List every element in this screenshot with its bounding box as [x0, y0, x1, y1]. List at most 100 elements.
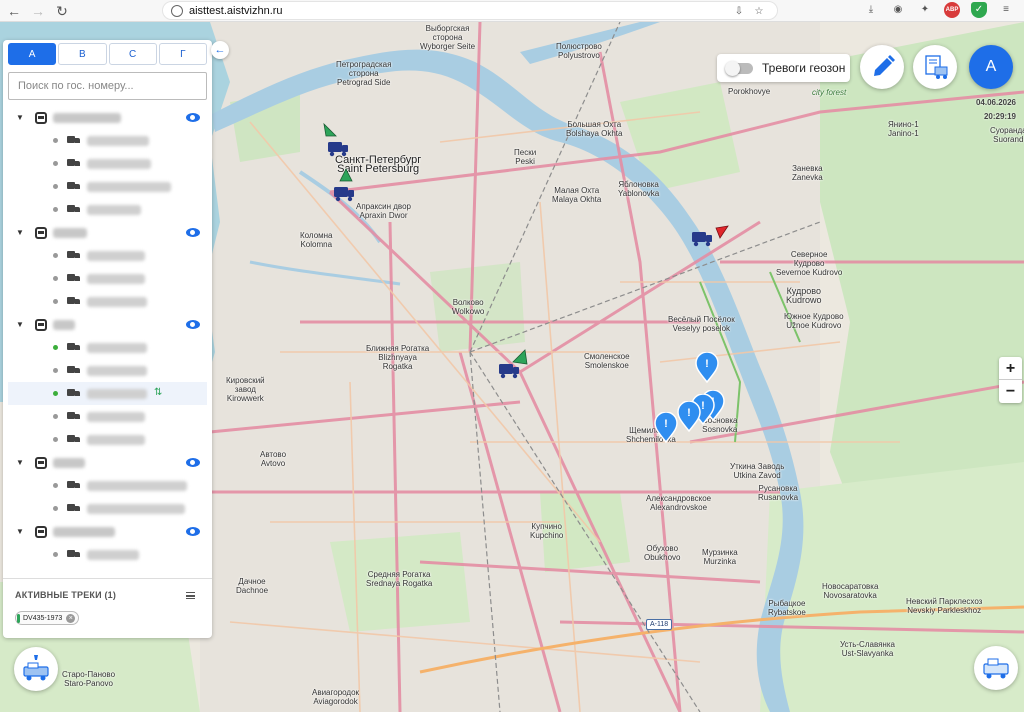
- forward-icon[interactable]: →: [28, 1, 48, 21]
- alarm-pin-icon[interactable]: !: [653, 412, 679, 444]
- district-label: Северное Кудрово Severnoe Kudrovo: [776, 250, 843, 277]
- eye-icon[interactable]: [186, 527, 200, 536]
- vehicle-row[interactable]: [3, 175, 212, 198]
- vehicle-docs-icon: [925, 55, 948, 79]
- district-label: Авиагородок Aviagorodok: [312, 688, 360, 706]
- close-icon[interactable]: ×: [66, 614, 76, 623]
- active-track-chip[interactable]: DV435-1973 ×: [15, 611, 80, 625]
- alarm-pin-icon[interactable]: !: [676, 401, 702, 433]
- district-label: Выборгская сторона Wyborger Seite: [420, 24, 476, 51]
- install-app-icon[interactable]: ⇩: [731, 4, 747, 20]
- truck-icon: [67, 366, 80, 375]
- vehicle-row-selected[interactable]: ⇅: [8, 382, 207, 405]
- alarm-pin-icon[interactable]: !: [694, 352, 720, 384]
- eye-icon[interactable]: [186, 458, 200, 467]
- vehicle-group[interactable]: ▼: [3, 221, 212, 244]
- menu-icon[interactable]: ≡: [998, 2, 1014, 18]
- district-label: Кировский завод Kirowwerk: [226, 376, 265, 403]
- status-dot: [53, 184, 58, 189]
- vehicle-group[interactable]: ▼: [3, 313, 212, 336]
- vehicle-row[interactable]: [3, 244, 212, 267]
- geozone-alarms-toggle[interactable]: Тревоги геозон: [717, 54, 850, 82]
- vehicle-row[interactable]: [3, 267, 212, 290]
- vehicle-marker-alarm[interactable]: [690, 222, 734, 258]
- vehicle-row[interactable]: [3, 474, 212, 497]
- tab-a[interactable]: А: [8, 43, 57, 65]
- chevron-down-icon[interactable]: ▼: [16, 527, 24, 536]
- downloads-icon[interactable]: ⤓: [863, 2, 879, 18]
- zoom-out-button[interactable]: −: [999, 380, 1022, 403]
- vehicle-marker[interactable]: [332, 167, 372, 207]
- list-menu-icon[interactable]: [186, 592, 195, 599]
- chevron-down-icon[interactable]: ▼: [16, 228, 24, 237]
- back-icon[interactable]: ←: [4, 1, 24, 21]
- adblock-icon[interactable]: ABP: [944, 2, 960, 18]
- park-label: city forest: [812, 88, 847, 97]
- vehicle-row[interactable]: [3, 290, 212, 313]
- track-sync-icon[interactable]: ⇅: [154, 387, 162, 398]
- district-label: Уткина Заводь Utkina Zavod: [730, 462, 785, 480]
- vehicle-row[interactable]: [3, 336, 212, 359]
- account-icon[interactable]: ◉: [890, 2, 906, 18]
- group-name-redacted: [53, 319, 75, 330]
- collapse-sidebar-button[interactable]: ←: [211, 41, 229, 59]
- vehicles-report-button[interactable]: [913, 45, 957, 89]
- vehicle-marker[interactable]: [497, 348, 537, 384]
- browser-toolbar: ← → ↻ aisttest.aistvizhn.ru ⇩ ☆ ⤓ ◉ ✦ AB…: [0, 0, 1024, 22]
- status-dot-online: [53, 345, 58, 350]
- district-label: Яблоновка Yablonovka: [618, 180, 660, 198]
- zoom-in-button[interactable]: +: [999, 357, 1022, 380]
- eye-icon[interactable]: [186, 228, 200, 237]
- tab-c[interactable]: С: [108, 43, 157, 65]
- vehicle-group[interactable]: ▼: [3, 106, 212, 129]
- vehicle-sidebar: А В С Г Поиск по гос. номеру... ▼ ▼ ▼ ⇅ …: [3, 40, 212, 638]
- district-label: Кудрово Kudrowo: [786, 286, 822, 305]
- vehicle-row[interactable]: [3, 198, 212, 221]
- district-label: Купчино Kupchino: [530, 522, 564, 540]
- vehicle-group[interactable]: ▼: [3, 520, 212, 543]
- district-label: Янино-1 Janino-1: [888, 120, 919, 138]
- bookmark-star-icon[interactable]: ☆: [751, 4, 767, 20]
- extensions-icon[interactable]: ✦: [917, 2, 933, 18]
- district-label: Смоленское Smolenskoe: [584, 352, 630, 370]
- status-dot: [53, 161, 58, 166]
- district-label: Обухово Obukhovo: [644, 544, 681, 562]
- toggle-switch[interactable]: [725, 60, 753, 76]
- vehicle-row[interactable]: [3, 359, 212, 382]
- vehicle-row[interactable]: [3, 543, 212, 566]
- user-avatar-button[interactable]: А: [969, 45, 1013, 89]
- vehicle-row[interactable]: [3, 152, 212, 175]
- truck-icon: [67, 550, 80, 559]
- plate-search-input[interactable]: Поиск по гос. номеру...: [8, 72, 207, 100]
- tow-truck-icon: [23, 655, 49, 681]
- chevron-down-icon[interactable]: ▼: [16, 458, 24, 467]
- plate-redacted: [87, 366, 147, 376]
- eye-icon[interactable]: [186, 113, 200, 122]
- chevron-down-icon[interactable]: ▼: [16, 320, 24, 329]
- address-bar[interactable]: aisttest.aistvizhn.ru ⇩ ☆: [162, 1, 778, 20]
- district-label: Средняя Рогатка Srednaya Rogatka: [366, 570, 433, 588]
- dispatch-button[interactable]: [14, 647, 58, 691]
- shield-extension-icon[interactable]: ✓: [971, 2, 987, 18]
- edit-button[interactable]: [860, 45, 904, 89]
- eye-icon[interactable]: [186, 320, 200, 329]
- vehicle-row[interactable]: [3, 129, 212, 152]
- district-label: Porokhovye: [728, 87, 771, 96]
- tab-b[interactable]: В: [58, 43, 107, 65]
- tab-g[interactable]: Г: [158, 43, 207, 65]
- vehicle-row[interactable]: [3, 405, 212, 428]
- reload-icon[interactable]: ↻: [52, 1, 72, 21]
- district-label: Мурзинка Murzinka: [702, 548, 738, 566]
- current-date: 04.06.2026: [975, 98, 1016, 107]
- plate-redacted: [87, 251, 145, 261]
- district-label: Русановка Rusanovka: [758, 484, 799, 502]
- site-info-icon[interactable]: [171, 4, 183, 17]
- chevron-down-icon[interactable]: ▼: [16, 113, 24, 122]
- vehicle-marker[interactable]: [320, 122, 360, 162]
- vehicle-row[interactable]: [3, 497, 212, 520]
- truck-icon: [67, 136, 80, 145]
- vehicle-row[interactable]: [3, 428, 212, 451]
- vehicle-group[interactable]: ▼: [3, 451, 212, 474]
- district-label: Весёлый Посёлок Veselyy poselok: [668, 315, 735, 333]
- fleet-button[interactable]: [974, 646, 1018, 690]
